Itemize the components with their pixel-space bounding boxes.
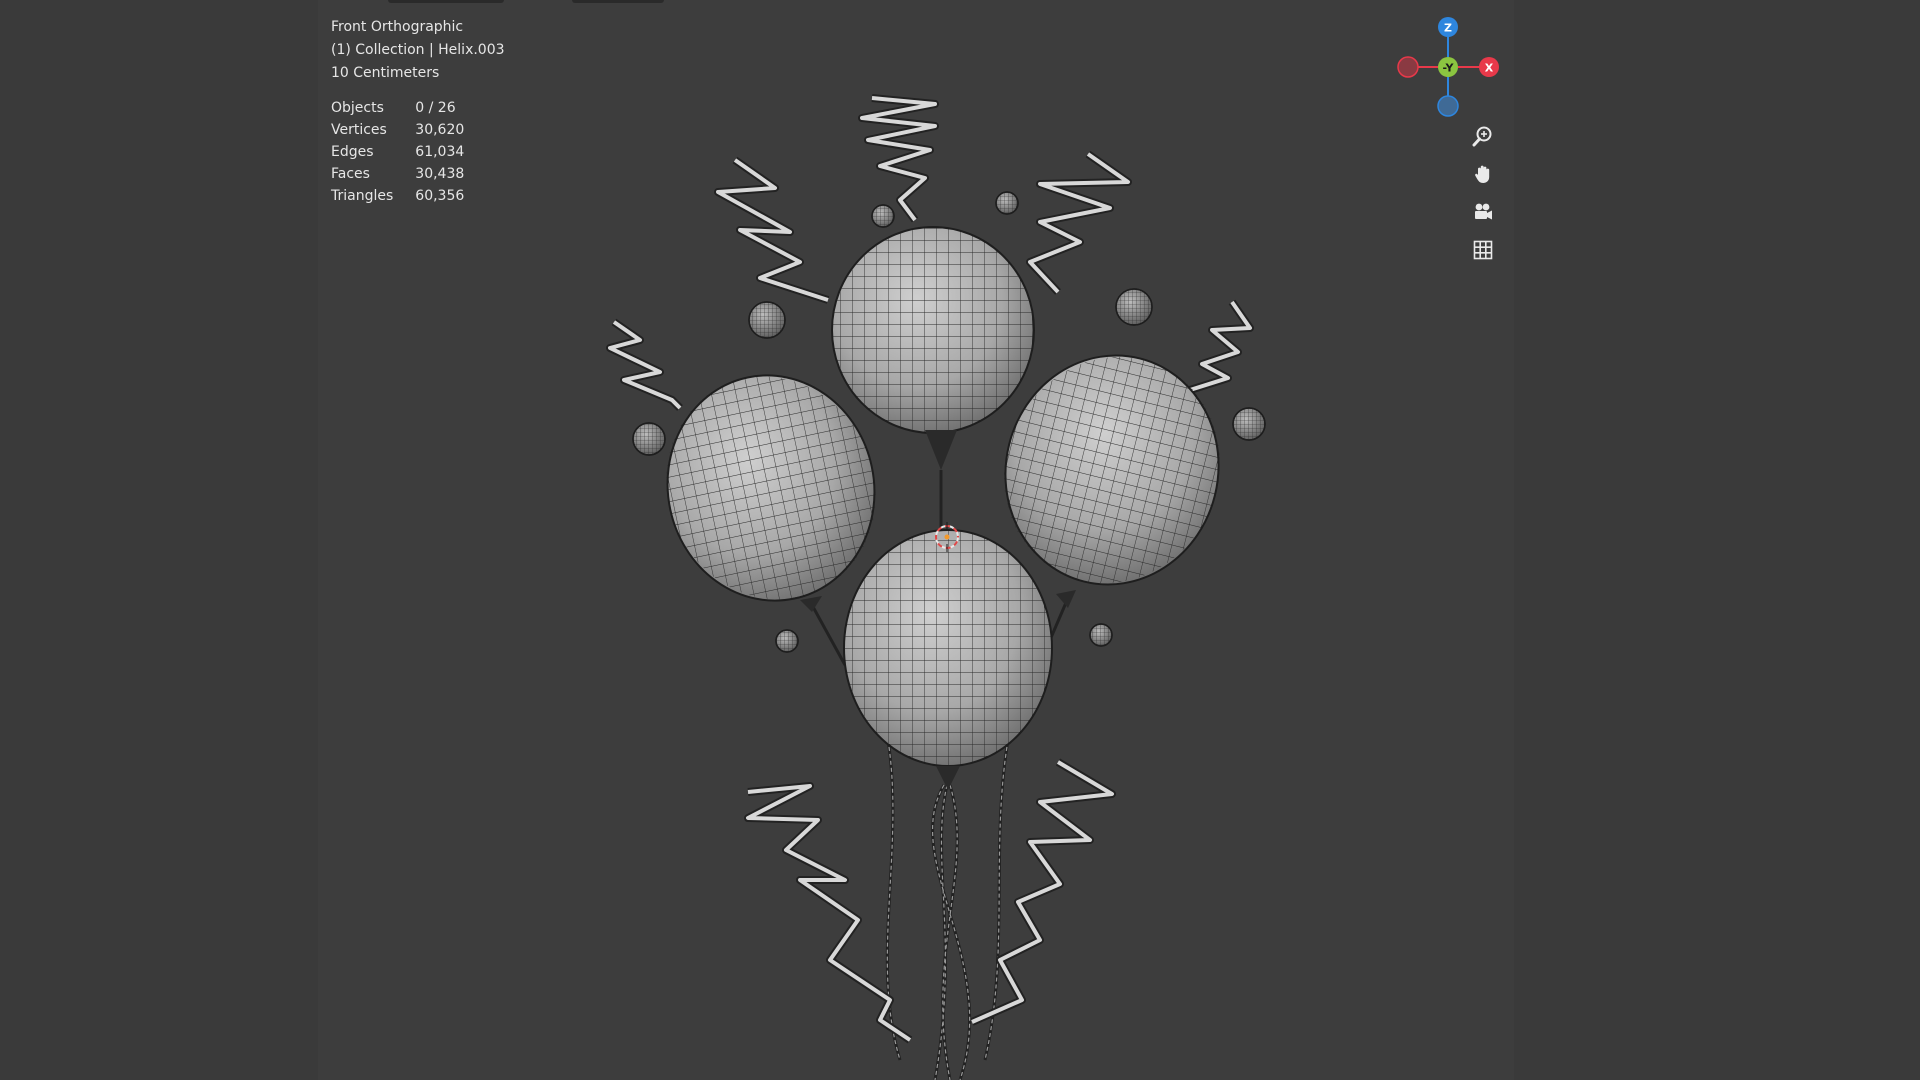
y-axis-label: -Y [1443,62,1455,75]
neg-z-axis-icon[interactable] [1437,95,1459,117]
stats-row-faces: Faces 30,438 [331,163,486,185]
navigation-tools [1467,120,1503,272]
neg-x-axis-icon[interactable] [1397,56,1419,78]
stats-row-triangles: Triangles 60,356 [331,185,486,207]
grid-icon [1473,240,1493,260]
zoom-icon [1472,126,1492,147]
stats-label: Edges [331,144,374,160]
viewport-info: Front Orthographic (1) Collection | Heli… [331,16,505,85]
stats-row-edges: Edges 61,034 [331,141,486,163]
stats-label: Objects [331,100,384,116]
balloon-bottom [843,529,1053,790]
scale-label: 10 Centimeters [331,65,440,81]
stats-value: 61,034 [415,144,465,160]
axis-gizmo[interactable]: Z -Y X [1397,17,1499,117]
ortho-grid-button[interactable] [1467,234,1499,266]
collection-line: (1) Collection | Helix.003 [331,42,505,58]
z-axis-label: Z [1444,22,1452,35]
stats-value: 60,356 [415,188,465,204]
pan-button[interactable] [1467,158,1499,190]
balloon-scene: Z -Y X [606,17,1499,1080]
camera-icon [1475,203,1492,220]
camera-view-button[interactable] [1467,196,1499,228]
stats-row-objects: Objects 0 / 26 [331,97,486,119]
statistics-overlay: Objects 0 / 26 Vertices 30,620 Edges 61,… [331,97,486,207]
x-axis-label: X [1485,62,1494,75]
stats-value: 30,620 [415,122,465,138]
stats-row-vertices: Vertices 30,620 [331,119,486,141]
stats-value: 30,438 [415,166,465,182]
stats-label: Vertices [331,122,387,138]
view-name: Front Orthographic [331,19,464,35]
zoom-button[interactable] [1467,120,1499,152]
pan-hand-icon [1475,165,1490,183]
stats-label: Triangles [331,188,394,204]
stats-value: 0 / 26 [415,100,456,116]
stats-label: Faces [331,166,370,182]
